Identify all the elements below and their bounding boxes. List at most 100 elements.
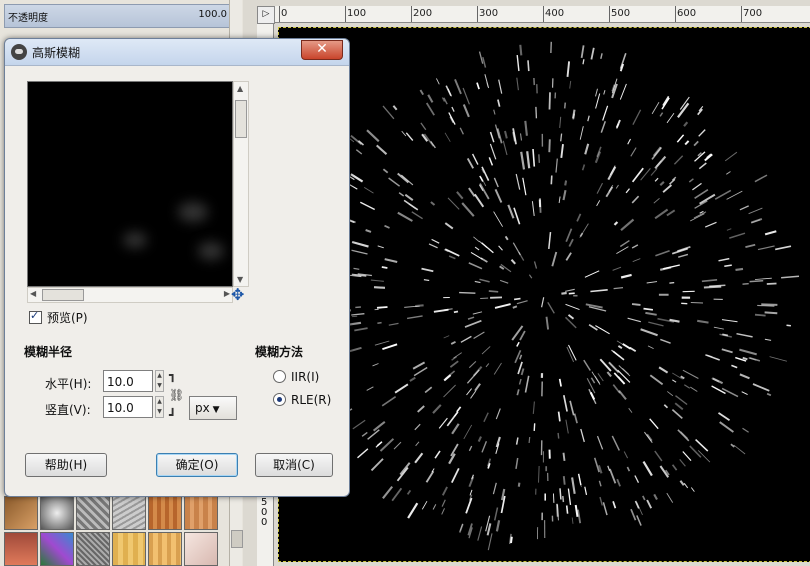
star-streak <box>462 87 470 105</box>
preview-checkbox-row[interactable]: 预览(P) <box>29 309 88 326</box>
star-streak <box>376 306 388 309</box>
star-streak <box>466 157 475 169</box>
dock-scroll-thumb[interactable] <box>231 530 243 548</box>
star-streak <box>480 257 488 263</box>
star-streak <box>494 188 503 203</box>
star-streak <box>408 203 416 210</box>
star-streak <box>430 201 436 206</box>
rle-radio[interactable] <box>273 393 286 406</box>
help-button[interactable]: 帮助(H) <box>25 453 107 477</box>
star-streak <box>650 168 658 176</box>
star-streak <box>465 497 473 514</box>
star-streak <box>632 258 641 262</box>
star-streak <box>444 248 460 257</box>
preview-hscroll-thumb[interactable] <box>42 289 84 301</box>
star-streak <box>643 307 654 311</box>
scroll-down-icon[interactable]: ▼ <box>237 275 243 284</box>
pattern-swatch[interactable] <box>4 532 38 566</box>
horizontal-input[interactable]: 10.0 <box>103 370 153 392</box>
preview-vscroll-thumb[interactable] <box>235 100 247 138</box>
scroll-up-icon[interactable]: ▲ <box>237 84 243 93</box>
star-streak <box>489 143 497 160</box>
pattern-swatch[interactable] <box>76 496 110 530</box>
ok-button[interactable]: 确定(O) <box>156 453 238 477</box>
star-streak <box>721 319 738 323</box>
star-streak <box>351 240 369 248</box>
star-streak <box>459 127 464 135</box>
image-canvas[interactable] <box>278 27 810 562</box>
star-streak <box>477 526 483 541</box>
preview-area[interactable] <box>27 81 233 287</box>
star-streak <box>510 258 516 265</box>
star-streak <box>488 290 499 293</box>
cancel-button[interactable]: 取消(C) <box>255 453 333 477</box>
star-streak <box>384 258 398 264</box>
star-streak <box>594 375 601 384</box>
preview-vertical-scrollbar[interactable]: ▲ ▼ <box>233 81 249 287</box>
pattern-swatch[interactable] <box>76 532 110 566</box>
star-streak <box>683 482 689 489</box>
scroll-right-icon[interactable]: ▶ <box>224 289 230 298</box>
preview-checkbox[interactable] <box>29 309 42 324</box>
star-streak <box>388 177 401 187</box>
pattern-swatch[interactable] <box>4 496 38 530</box>
star-streak <box>659 181 665 186</box>
star-streak <box>563 102 567 109</box>
close-button[interactable]: ✕ <box>301 40 343 60</box>
star-streak <box>735 267 744 271</box>
pattern-swatch[interactable] <box>184 496 218 530</box>
vertical-input[interactable]: 10.0 <box>103 396 153 418</box>
star-streak <box>382 485 394 499</box>
star-streak <box>405 132 414 141</box>
scroll-left-icon[interactable]: ◀ <box>30 289 36 298</box>
vertical-spin-button[interactable]: ▲ ▼ <box>155 396 164 418</box>
horizontal-spin-button[interactable]: ▲ ▼ <box>155 370 164 392</box>
iir-radio[interactable] <box>273 370 286 383</box>
star-streak <box>612 501 617 509</box>
star-streak <box>484 74 490 89</box>
star-streak <box>567 488 572 505</box>
star-streak <box>487 533 493 551</box>
star-streak <box>415 304 424 308</box>
opacity-slider[interactable]: 不透明度 100.0 <box>4 4 232 28</box>
pattern-swatch[interactable] <box>184 532 218 566</box>
star-streak <box>445 85 452 97</box>
star-streak <box>423 279 430 281</box>
star-streak <box>659 112 664 117</box>
star-streak <box>417 405 425 413</box>
star-streak <box>473 193 485 208</box>
star-streak <box>481 440 488 453</box>
pattern-swatch[interactable] <box>148 532 182 566</box>
star-streak <box>520 368 525 376</box>
unit-dropdown[interactable]: px ▼ <box>189 396 237 420</box>
star-streak <box>357 448 369 459</box>
pattern-swatch[interactable] <box>40 496 74 530</box>
ruler-corner-icon[interactable]: ▷ <box>257 6 275 24</box>
star-streak <box>616 478 621 487</box>
star-streak <box>474 280 481 284</box>
preview-horizontal-scrollbar[interactable]: ◀ ▶ <box>27 287 233 303</box>
chain-link-icon[interactable]: ┓ ⛓ ┛ <box>169 369 184 421</box>
preview-glow <box>123 232 147 248</box>
star-streak <box>612 384 621 394</box>
method-rle-option[interactable]: RLE(R) <box>273 392 331 407</box>
pattern-swatch[interactable] <box>40 532 74 566</box>
method-iir-option[interactable]: IIR(I) <box>273 369 319 384</box>
star-streak <box>640 328 658 337</box>
star-streak <box>590 47 595 60</box>
star-streak <box>518 378 522 385</box>
star-streak <box>443 384 456 398</box>
blur-method-heading: 模糊方法 <box>255 345 304 359</box>
starburst-image <box>291 41 800 551</box>
pattern-swatch[interactable] <box>112 532 146 566</box>
star-streak <box>513 207 521 225</box>
ruler-tick <box>477 6 478 22</box>
dialog-titlebar[interactable]: 高斯模糊 ✕ <box>5 39 349 66</box>
star-streak <box>472 366 483 377</box>
star-streak <box>493 507 499 521</box>
star-streak <box>519 330 526 341</box>
pattern-swatch[interactable] <box>112 496 146 530</box>
star-streak <box>562 452 566 462</box>
navigate-move-icon[interactable]: ✥ <box>231 285 244 304</box>
pattern-swatch[interactable] <box>148 496 182 530</box>
